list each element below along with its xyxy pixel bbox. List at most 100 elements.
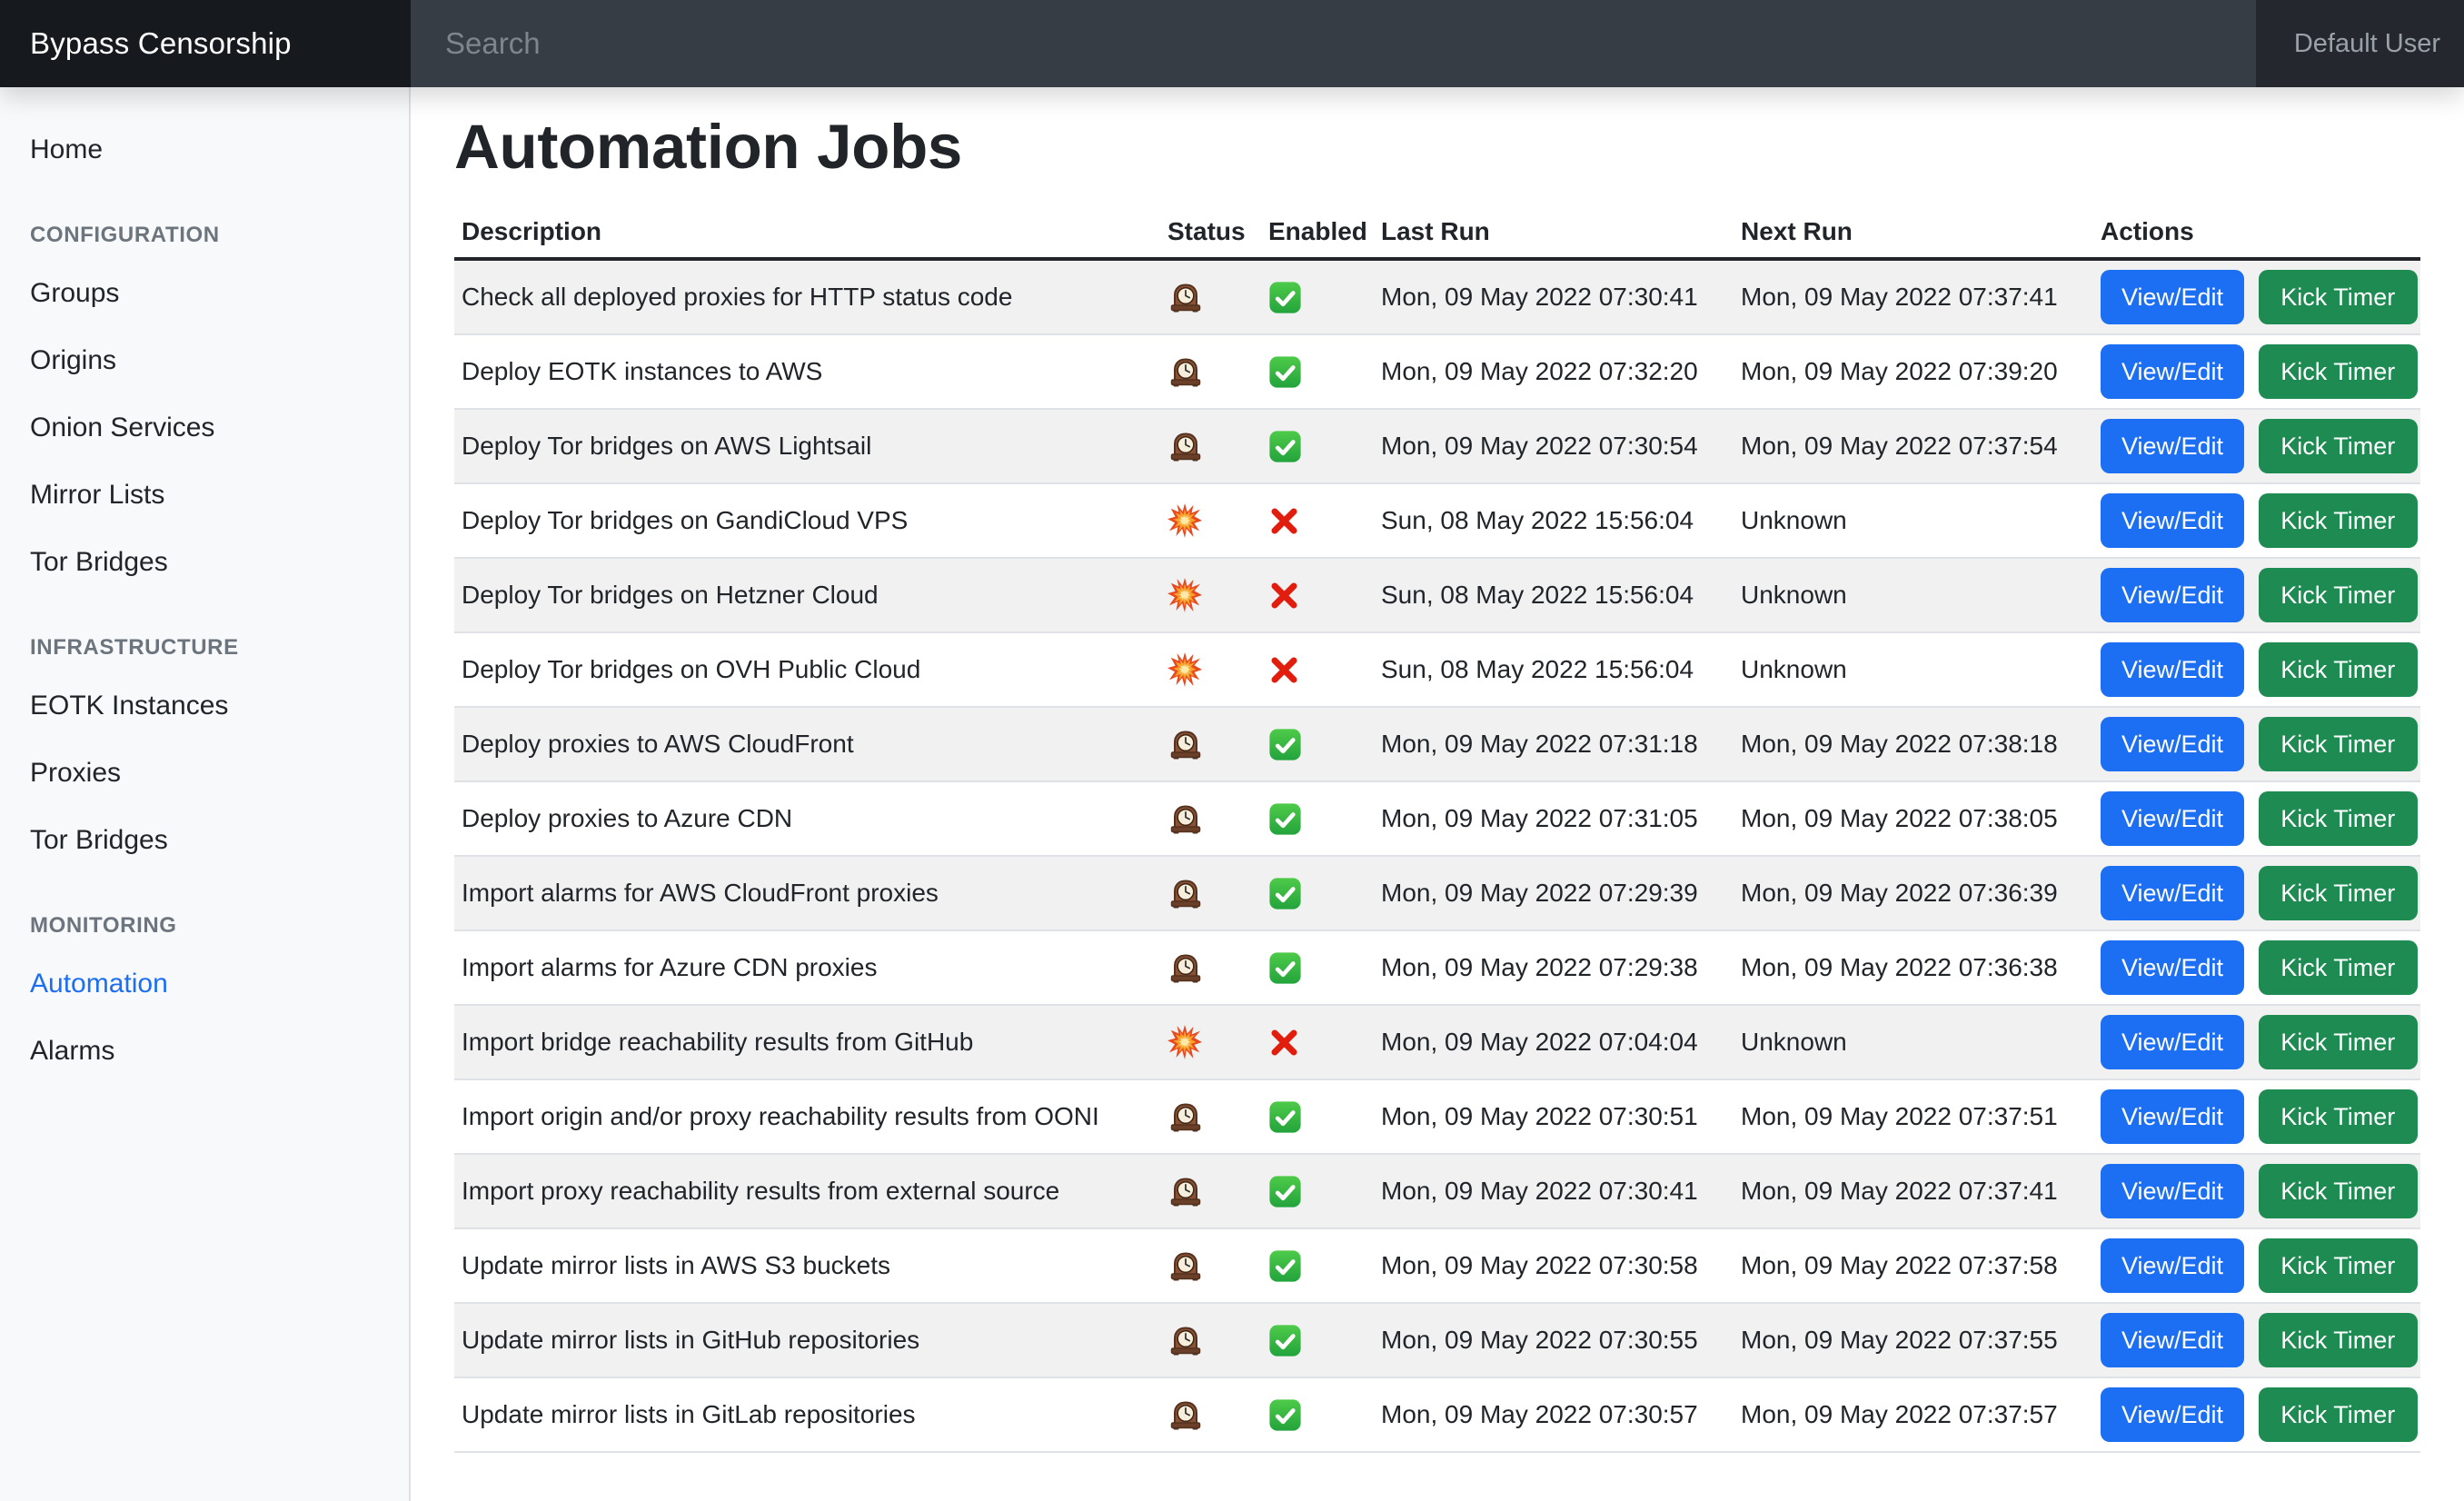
actions-cell: View/Edit Kick Timer	[2093, 1154, 2420, 1228]
view-edit-button[interactable]: View/Edit	[2101, 1238, 2244, 1293]
status-cell	[1160, 483, 1261, 558]
sidebar-item-home[interactable]: Home	[0, 116, 409, 184]
cross-icon	[1268, 580, 1300, 611]
view-edit-button[interactable]: View/Edit	[2101, 568, 2244, 622]
view-edit-button[interactable]: View/Edit	[2101, 344, 2244, 399]
check-icon	[1268, 1324, 1302, 1357]
next-run-cell: Mon, 09 May 2022 07:39:20	[1734, 334, 2093, 409]
next-run-cell: Mon, 09 May 2022 07:37:55	[1734, 1303, 2093, 1377]
mantel-clock-icon	[1167, 1248, 1204, 1284]
last-run-cell: Mon, 09 May 2022 07:04:04	[1374, 1005, 1734, 1079]
job-description-cell: Update mirror lists in GitHub repositori…	[454, 1303, 1160, 1377]
view-edit-button[interactable]: View/Edit	[2101, 1089, 2244, 1144]
sidebar-item-tor-bridges[interactable]: Tor Bridges	[0, 807, 409, 874]
kick-timer-button[interactable]: Kick Timer	[2259, 866, 2418, 920]
actions-cell: View/Edit Kick Timer	[2093, 1079, 2420, 1154]
enabled-cell	[1261, 483, 1374, 558]
view-edit-button[interactable]: View/Edit	[2101, 419, 2244, 473]
actions-cell: View/Edit Kick Timer	[2093, 483, 2420, 558]
table-row: Import alarms for AWS CloudFront proxies…	[454, 856, 2420, 930]
view-edit-button[interactable]: View/Edit	[2101, 1387, 2244, 1442]
last-run-cell: Mon, 09 May 2022 07:32:20	[1374, 334, 1734, 409]
sidebar-item-mirror-lists[interactable]: Mirror Lists	[0, 462, 409, 529]
kick-timer-button[interactable]: Kick Timer	[2259, 940, 2418, 995]
job-description-cell: Import origin and/or proxy reachability …	[454, 1079, 1160, 1154]
sidebar-item-alarms[interactable]: Alarms	[0, 1018, 409, 1085]
view-edit-button[interactable]: View/Edit	[2101, 1164, 2244, 1218]
sidebar-section-header: Infrastructure	[0, 632, 409, 663]
mantel-clock-icon	[1167, 428, 1204, 464]
actions-cell: View/Edit Kick Timer	[2093, 334, 2420, 409]
view-edit-button[interactable]: View/Edit	[2101, 642, 2244, 697]
sidebar-item-tor-bridges[interactable]: Tor Bridges	[0, 529, 409, 596]
mantel-clock-icon	[1167, 279, 1204, 315]
view-edit-button[interactable]: View/Edit	[2101, 866, 2244, 920]
table-row: Deploy Tor bridges on AWS Lightsail Mon,…	[454, 409, 2420, 483]
last-run-cell: Mon, 09 May 2022 07:29:38	[1374, 930, 1734, 1005]
last-run-cell: Sun, 08 May 2022 15:56:04	[1374, 483, 1734, 558]
kick-timer-button[interactable]: Kick Timer	[2259, 1238, 2418, 1293]
kick-timer-button[interactable]: Kick Timer	[2259, 344, 2418, 399]
actions-cell: View/Edit Kick Timer	[2093, 558, 2420, 632]
job-description-cell: Update mirror lists in AWS S3 buckets	[454, 1228, 1160, 1303]
view-edit-button[interactable]: View/Edit	[2101, 717, 2244, 771]
kick-timer-button[interactable]: Kick Timer	[2259, 493, 2418, 548]
kick-timer-button[interactable]: Kick Timer	[2259, 419, 2418, 473]
kick-timer-button[interactable]: Kick Timer	[2259, 568, 2418, 622]
table-row: Update mirror lists in AWS S3 buckets Mo…	[454, 1228, 2420, 1303]
check-icon	[1268, 1100, 1302, 1134]
kick-timer-button[interactable]: Kick Timer	[2259, 1089, 2418, 1144]
enabled-cell	[1261, 1079, 1374, 1154]
view-edit-button[interactable]: View/Edit	[2101, 1015, 2244, 1069]
kick-timer-button[interactable]: Kick Timer	[2259, 1387, 2418, 1442]
page-title: Automation Jobs	[454, 111, 2420, 183]
collision-icon	[1167, 578, 1202, 612]
app-brand[interactable]: Bypass Censorship	[0, 0, 411, 87]
actions-cell: View/Edit Kick Timer	[2093, 409, 2420, 483]
view-edit-button[interactable]: View/Edit	[2101, 493, 2244, 548]
kick-timer-button[interactable]: Kick Timer	[2259, 642, 2418, 697]
job-description-cell: Update mirror lists in GitLab repositori…	[454, 1377, 1160, 1452]
table-row: Deploy Tor bridges on GandiCloud VPS Sun…	[454, 483, 2420, 558]
sidebar-item-groups[interactable]: Groups	[0, 260, 409, 327]
actions-cell: View/Edit Kick Timer	[2093, 707, 2420, 781]
last-run-cell: Mon, 09 May 2022 07:30:51	[1374, 1079, 1734, 1154]
view-edit-button[interactable]: View/Edit	[2101, 940, 2244, 995]
actions-cell: View/Edit Kick Timer	[2093, 781, 2420, 856]
next-run-cell: Mon, 09 May 2022 07:38:18	[1734, 707, 2093, 781]
column-header-description: Description	[454, 206, 1160, 259]
kick-timer-button[interactable]: Kick Timer	[2259, 1313, 2418, 1367]
table-row: Check all deployed proxies for HTTP stat…	[454, 259, 2420, 334]
view-edit-button[interactable]: View/Edit	[2101, 791, 2244, 846]
column-header-status: Status	[1160, 206, 1261, 259]
sidebar-item-onion-services[interactable]: Onion Services	[0, 394, 409, 462]
sidebar-item-eotk-instances[interactable]: EOTK Instances	[0, 672, 409, 740]
check-icon	[1268, 951, 1302, 985]
cross-icon	[1268, 654, 1300, 686]
kick-timer-button[interactable]: Kick Timer	[2259, 270, 2418, 324]
job-description-cell: Check all deployed proxies for HTTP stat…	[454, 259, 1160, 334]
enabled-cell	[1261, 259, 1374, 334]
sidebar-item-proxies[interactable]: Proxies	[0, 740, 409, 807]
status-cell	[1160, 334, 1261, 409]
job-description-cell: Import bridge reachability results from …	[454, 1005, 1160, 1079]
kick-timer-button[interactable]: Kick Timer	[2259, 791, 2418, 846]
column-header-enabled: Enabled	[1261, 206, 1374, 259]
check-icon	[1268, 355, 1302, 389]
status-cell	[1160, 259, 1261, 334]
check-icon	[1268, 430, 1302, 463]
user-menu[interactable]: Default User	[2256, 0, 2464, 87]
last-run-cell: Mon, 09 May 2022 07:30:41	[1374, 1154, 1734, 1228]
next-run-cell: Mon, 09 May 2022 07:36:39	[1734, 856, 2093, 930]
kick-timer-button[interactable]: Kick Timer	[2259, 717, 2418, 771]
kick-timer-button[interactable]: Kick Timer	[2259, 1015, 2418, 1069]
view-edit-button[interactable]: View/Edit	[2101, 270, 2244, 324]
sidebar-section-header: Monitoring	[0, 910, 409, 941]
sidebar-item-automation[interactable]: Automation	[0, 950, 409, 1018]
kick-timer-button[interactable]: Kick Timer	[2259, 1164, 2418, 1218]
search-input[interactable]	[411, 0, 2256, 87]
mantel-clock-icon	[1167, 353, 1204, 390]
sidebar-item-origins[interactable]: Origins	[0, 327, 409, 394]
view-edit-button[interactable]: View/Edit	[2101, 1313, 2244, 1367]
top-navbar: Bypass Censorship Default User	[0, 0, 2464, 87]
